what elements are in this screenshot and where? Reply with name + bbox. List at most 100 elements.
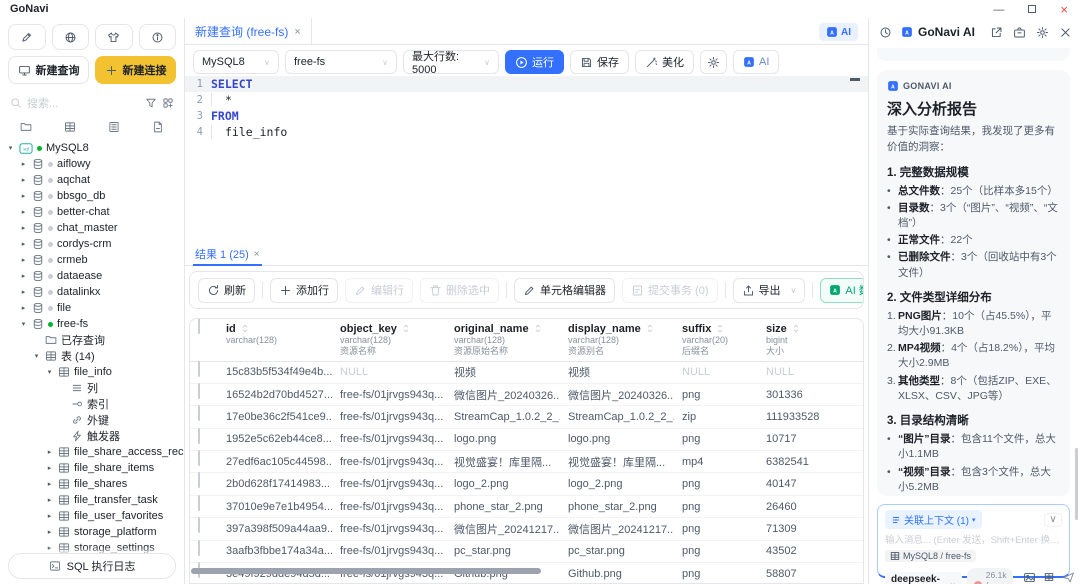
result-tab-close-icon[interactable]: × (254, 249, 260, 260)
about-button[interactable] (139, 24, 177, 50)
sort-icon[interactable] (402, 324, 410, 335)
column-header-size[interactable]: sizebigint大小 (758, 319, 863, 361)
table-cell[interactable]: 16524b2d70bd4527... (218, 384, 332, 405)
table-row[interactable]: 2b0d628f17414983...free-fs/01jrvgs943q..… (190, 473, 863, 495)
tab-result-1[interactable]: 结果 1 (25) × (193, 244, 262, 266)
tree-item-bbsgo_db[interactable]: ▸bbsgo_db (0, 188, 184, 204)
column-header-display_name[interactable]: display_namevarchar(128)资源别名 (560, 319, 674, 361)
result-toolbar-button-export[interactable]: 导出∨ (733, 278, 806, 303)
tree-item-_[interactable]: 索引 (0, 396, 184, 412)
theme-button[interactable] (95, 24, 133, 50)
table-cell[interactable]: free-fs/01jrvgs943q... (332, 496, 446, 517)
table-cell[interactable]: phone_star_2.png (446, 496, 560, 517)
table-cell[interactable]: 6382541 (758, 451, 863, 472)
table-cell[interactable]: NULL (758, 362, 863, 383)
tree-item-dataease[interactable]: ▸dataease (0, 268, 184, 284)
run-button[interactable]: 运行 (505, 50, 564, 74)
open-external-icon[interactable] (990, 26, 1003, 39)
sort-icon[interactable] (241, 324, 249, 335)
table-cell[interactable]: 微信图片_20241217... (560, 518, 674, 539)
tree-item-file_shares[interactable]: ▸file_shares (0, 476, 184, 492)
table-cell[interactable]: logo_2.png (446, 473, 560, 494)
table-cell[interactable]: 视觉盛宴！库里隔... (446, 451, 560, 472)
tree-item-_[interactable]: 触发器 (0, 428, 184, 444)
tree-item-datalinkx[interactable]: ▸datalinkx (0, 284, 184, 300)
table-cell[interactable]: 71309 (758, 518, 863, 539)
table-cell[interactable]: 26460 (758, 496, 863, 517)
editor-line-4[interactable]: 4file_info (185, 124, 868, 140)
column-header-object_key[interactable]: object_keyvarchar(128)资源名称 (332, 319, 446, 361)
tab-close-icon[interactable]: × (294, 26, 300, 38)
save-button[interactable]: 保存 (570, 50, 629, 74)
table-cell[interactable]: 10717 (758, 429, 863, 450)
table-cell[interactable]: logo.png (560, 429, 674, 450)
model-select[interactable]: deepseek-chat ∨ (885, 572, 962, 584)
table-cell[interactable]: 397a398f509a44aa9... (218, 518, 332, 539)
row-checkbox[interactable] (198, 428, 200, 444)
table-row[interactable]: 3aafb3fbbe174a34a...free-fs/01jrvgs943q.… (190, 541, 863, 563)
sort-icon[interactable] (646, 324, 654, 335)
tab-tables-icon[interactable] (64, 121, 76, 133)
sort-icon[interactable] (534, 324, 542, 335)
chevron-right-icon[interactable]: ▸ (45, 480, 54, 488)
tree-item-better-chat[interactable]: ▸better-chat (0, 204, 184, 220)
ai-assist-button[interactable]: A AI (733, 50, 779, 74)
history-icon[interactable] (879, 26, 892, 39)
pen-tool-button[interactable] (8, 24, 46, 50)
ai-panel-toggle[interactable]: A AI (819, 23, 858, 41)
beautify-button[interactable]: 美化 (635, 50, 694, 74)
editor-scroll-indicator[interactable] (850, 78, 860, 81)
smart-filter-icon[interactable] (162, 97, 174, 109)
chevron-right-icon[interactable]: ▸ (45, 544, 54, 552)
scope-tag[interactable]: MySQL8 / free-fs (885, 550, 976, 562)
result-toolbar-button-plus[interactable]: 添加行 (270, 278, 338, 303)
max-rows-select[interactable]: 最大行数: 5000∨ (403, 50, 499, 74)
chevron-right-icon[interactable]: ▸ (19, 208, 28, 216)
table-cell[interactable]: 1952e5c62eb44ce8... (218, 429, 332, 450)
row-checkbox[interactable] (198, 450, 200, 466)
chevron-right-icon[interactable]: ▸ (19, 192, 28, 200)
sql-editor[interactable]: 1SELECT2*3FROM4file_info (185, 76, 868, 240)
table-cell[interactable]: png (674, 384, 758, 405)
table-cell[interactable]: phone_star_2.png (560, 496, 674, 517)
table-cell[interactable]: 微信图片_20240326... (446, 384, 560, 405)
table-cell[interactable]: png (674, 429, 758, 450)
table-cell[interactable]: 58807 (758, 563, 863, 584)
archive-icon[interactable] (1013, 26, 1026, 39)
filter-icon[interactable] (145, 97, 157, 109)
sql-log-button[interactable]: SQL 执行日志 (8, 553, 176, 579)
select-all-checkbox[interactable] (198, 318, 200, 334)
chevron-right-icon[interactable]: ▸ (45, 496, 54, 504)
tree-item-file[interactable]: ▸file (0, 300, 184, 316)
table-cell[interactable]: StreamCap_1.0.2_2_... (560, 406, 674, 427)
table-cell[interactable]: logo.png (446, 429, 560, 450)
table-row[interactable]: 16524b2d70bd4527...free-fs/01jrvgs943q..… (190, 384, 863, 406)
table-cell[interactable]: png (674, 518, 758, 539)
table-cell[interactable]: png (674, 473, 758, 494)
table-cell[interactable]: 微信图片_20240326... (560, 384, 674, 405)
tree-item-aiflowy[interactable]: ▸aiflowy (0, 156, 184, 172)
editor-line-1[interactable]: 1SELECT (185, 76, 868, 92)
send-icon[interactable] (1062, 571, 1075, 584)
chevron-right-icon[interactable]: ▸ (19, 160, 28, 168)
row-checkbox[interactable] (198, 472, 200, 488)
collapse-chat-icon[interactable]: ∨ (1044, 513, 1062, 527)
result-toolbar-button-aichip[interactable]: AAI 数据洞察 (820, 278, 864, 303)
column-header-id[interactable]: idvarchar(128) (218, 319, 332, 361)
chevron-right-icon[interactable]: ▸ (19, 224, 28, 232)
table-row[interactable]: 1952e5c62eb44ce8...free-fs/01jrvgs943q..… (190, 429, 863, 451)
table-cell[interactable]: 2b0d628f17414983... (218, 473, 332, 494)
table-row[interactable]: 15c83b5f534f49e4b...NULL视频视频NULLNULL (190, 362, 863, 384)
tree-item-cordys-crm[interactable]: ▸cordys-crm (0, 236, 184, 252)
sort-icon[interactable] (792, 324, 800, 335)
table-cell[interactable]: 3aafb3fbbe174a34a... (218, 541, 332, 562)
editor-settings-button[interactable] (700, 50, 727, 74)
table-cell[interactable]: free-fs/01jrvgs943q... (332, 429, 446, 450)
table-row[interactable]: 37010e9e7e1b4954...free-fs/01jrvgs943q..… (190, 496, 863, 518)
chevron-right-icon[interactable]: ▸ (19, 272, 28, 280)
tree-item-_[interactable]: 列 (0, 380, 184, 396)
context-pill[interactable]: 关联上下文 (1) ▾ (885, 510, 982, 529)
table-cell[interactable]: free-fs/01jrvgs943q... (332, 451, 446, 472)
row-checkbox[interactable] (198, 517, 200, 533)
column-header-suffix[interactable]: suffixvarchar(20)后缀名 (674, 319, 758, 361)
